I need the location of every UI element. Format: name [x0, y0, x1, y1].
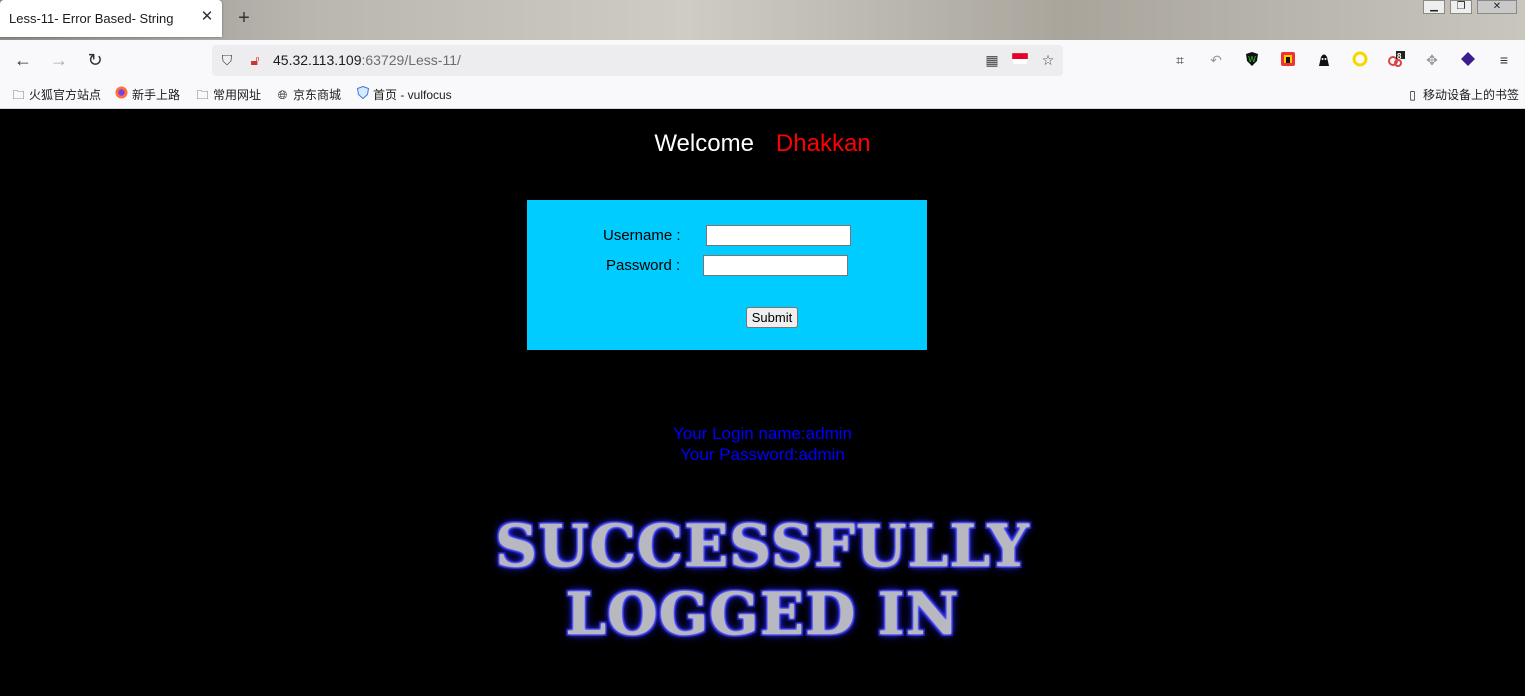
- bookmark-item-firefox-site[interactable]: 🗀︎ 火狐官方站点: [11, 86, 101, 104]
- mobile-bookmarks-item[interactable]: ▯ 移动设备上的书签: [1405, 86, 1519, 104]
- browser-tab[interactable]: Less-11- Error Based- String ✕: [0, 0, 222, 37]
- bookmark-label: 火狐官方站点: [29, 88, 102, 102]
- globe-icon: 🌐︎: [277, 88, 288, 102]
- close-window-button[interactable]: ✕: [1477, 0, 1517, 14]
- screenshot-crop-icon[interactable]: ⌗: [1171, 51, 1189, 69]
- welcome-heading: Welcome Dhakkan: [0, 130, 1525, 158]
- new-tab-button[interactable]: +: [233, 7, 255, 29]
- username-highlight: Dhakkan: [775, 130, 871, 157]
- bookmark-label: 首页 - vulfocus: [373, 88, 452, 102]
- firefox-icon: [114, 86, 129, 104]
- forward-button[interactable]: →: [47, 49, 71, 71]
- shield-icon: [355, 85, 370, 104]
- url-text[interactable]: 45.32.113.109:63729/Less-11/: [273, 52, 461, 68]
- flag-icon: [1011, 51, 1029, 69]
- maximize-window-button[interactable]: ❐: [1450, 0, 1472, 14]
- tab-title: Less-11- Error Based- String: [9, 11, 174, 26]
- folder-icon: 🗀︎: [196, 88, 209, 102]
- shield-extension-icon[interactable]: W: [1243, 51, 1261, 69]
- password-label: Password :: [606, 257, 681, 274]
- bookmarks-bar: 🗀︎ 火狐官方站点 新手上路 🗀︎ 常用网址 🌐︎ 京东商城 首页 - vulfocu…: [0, 80, 1525, 109]
- reload-button[interactable]: ↻: [83, 49, 107, 71]
- bookmark-star-icon[interactable]: ☆: [1039, 51, 1057, 69]
- bookmark-label: 新手上路: [132, 88, 181, 102]
- colorful-extension-icon[interactable]: [1279, 51, 1297, 69]
- page-content: Welcome Dhakkan Username : Password : Sub…: [0, 110, 1525, 696]
- tab-bar: Less-11- Error Based- String ✕ + ▁ ❐ ✕: [0, 0, 1525, 40]
- extension-badge: 8: [1397, 52, 1402, 61]
- bookmark-item-jd-mall[interactable]: 🌐︎ 京东商城: [275, 86, 341, 104]
- navigation-toolbar: ← → ↻ ⛉ 🔓︎ 45.32.113.109:63729/Less-11/ …: [0, 40, 1525, 80]
- bookmark-item-vulfocus[interactable]: 首页 - vulfocus: [355, 85, 452, 104]
- cube-extension-icon[interactable]: [1459, 51, 1477, 69]
- password-result: Your Password:admin: [680, 445, 845, 464]
- folder-icon: 🗀︎: [12, 88, 25, 102]
- menu-icon[interactable]: ≡: [1495, 51, 1513, 69]
- link-extension-icon[interactable]: 8: [1387, 51, 1405, 69]
- success-banner-line2: LOGGED IN: [565, 580, 960, 648]
- svg-text:W: W: [1248, 55, 1256, 64]
- insecure-connection-lock-icon[interactable]: 🔓︎: [246, 51, 264, 69]
- back-button[interactable]: ←: [11, 49, 35, 71]
- circle-extension-icon[interactable]: [1351, 51, 1369, 69]
- url-path: :63729/Less-11/: [361, 52, 461, 68]
- welcome-text: Welcome: [654, 130, 754, 157]
- password-input[interactable]: [703, 255, 848, 276]
- submit-button[interactable]: Submit: [746, 307, 798, 328]
- undo-icon[interactable]: ↶: [1207, 51, 1225, 69]
- login-form: Username : Password : Submit: [527, 200, 927, 350]
- qr-code-icon[interactable]: ▦: [983, 51, 1001, 69]
- username-label: Username :: [603, 227, 681, 244]
- bookmark-label: 常用网址: [213, 88, 262, 102]
- mobile-device-icon: ▯: [1409, 88, 1416, 102]
- tracking-protection-shield-icon[interactable]: ⛉: [218, 51, 236, 69]
- bookmark-item-getting-started[interactable]: 新手上路: [114, 86, 180, 104]
- url-bar[interactable]: ⛉ 🔓︎ 45.32.113.109:63729/Less-11/ ▦ ☆: [212, 45, 1063, 76]
- bookmark-label: 京东商城: [293, 88, 342, 102]
- close-tab-icon[interactable]: ✕: [198, 8, 216, 26]
- url-host: 45.32.113.109: [273, 52, 362, 68]
- login-name-result: Your Login name:admin: [673, 424, 852, 443]
- puzzle-extension-icon[interactable]: ✥: [1423, 51, 1441, 69]
- success-banner-line1: SUCCESSFULLY: [495, 512, 1030, 580]
- hacker-extension-icon[interactable]: [1315, 51, 1333, 69]
- mobile-bookmarks-label: 移动设备上的书签: [1423, 88, 1520, 102]
- bookmark-item-common-urls[interactable]: 🗀︎ 常用网址: [195, 86, 261, 104]
- username-input[interactable]: [706, 225, 851, 246]
- minimize-window-button[interactable]: ▁: [1423, 0, 1445, 14]
